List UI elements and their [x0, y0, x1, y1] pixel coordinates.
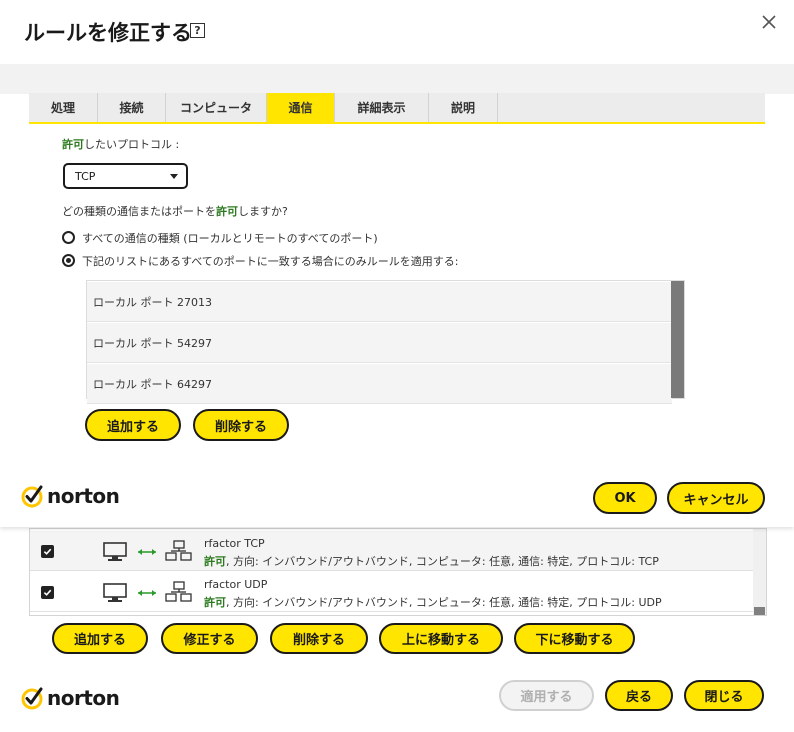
rules-list: rfactor TCP 許可, 方向: インバウンド/アウトバウンド, コンピュ…	[29, 528, 767, 616]
rule-description: 許可, 方向: インバウンド/アウトバウンド, コンピュータ: 任意, 通信: …	[204, 596, 662, 609]
rule-name: rfactor TCP	[204, 537, 265, 550]
scrollbar-thumb[interactable]	[754, 607, 765, 615]
port-list-item[interactable]: ローカル ポート 54297	[87, 323, 672, 363]
port-list-item[interactable]: ローカル ポート 27013	[87, 282, 672, 322]
delete-port-button[interactable]: 削除する	[193, 409, 289, 441]
norton-logo: norton	[20, 686, 120, 710]
radio-all-traffic[interactable]	[62, 231, 75, 244]
port-list: ローカル ポート 27013 ローカル ポート 54297 ローカル ポート 6…	[86, 280, 685, 404]
computer-icon	[103, 542, 127, 561]
tab-bar: 処理 接続 コンピュータ 通信 詳細表示 説明	[29, 93, 765, 124]
move-down-button[interactable]: 下に移動する	[514, 623, 635, 654]
connection-icons	[103, 540, 192, 561]
radio-port-list[interactable]	[62, 254, 75, 267]
close-button[interactable]: 閉じる	[684, 680, 764, 711]
tab-computer[interactable]: コンピュータ	[166, 93, 267, 122]
help-icon[interactable]: ?	[190, 23, 205, 38]
rules-scrollbar[interactable]	[753, 529, 766, 615]
tab-advanced[interactable]: 詳細表示	[335, 93, 429, 122]
norton-logo: norton	[20, 484, 120, 508]
protocol-value: TCP	[75, 169, 96, 183]
protocol-label: 許可したいプロトコル :	[62, 138, 180, 151]
add-rule-button[interactable]: 追加する	[52, 623, 148, 654]
dialog-header: ルールを修正する ?	[0, 0, 794, 64]
norton-checkmark-icon	[21, 485, 43, 508]
norton-logo-text: norton	[47, 686, 120, 710]
move-up-button[interactable]: 上に移動する	[379, 623, 503, 654]
tab-description[interactable]: 説明	[429, 93, 498, 122]
close-icon[interactable]	[760, 13, 778, 31]
dialog-body: 処理 接続 コンピュータ 通信 詳細表示 説明 許可したいプロトコル : TCP…	[0, 64, 794, 527]
checkmark-icon	[43, 548, 52, 555]
rule-row[interactable]: rfactor UDP 許可, 方向: インバウンド/アウトバウンド, コンピュ…	[30, 572, 754, 612]
port-list-item[interactable]: ローカル ポート 64297	[87, 364, 672, 404]
port-list-scrollbar[interactable]	[671, 281, 684, 398]
connection-icons	[103, 581, 192, 602]
rule-checkbox[interactable]	[41, 586, 54, 599]
apply-button[interactable]: 適用する	[499, 680, 594, 711]
modify-rule-dialog: ルールを修正する ? 処理 接続 コンピュータ 通信 詳細表示 説明 許可したい…	[0, 0, 794, 527]
add-port-button[interactable]: 追加する	[85, 409, 181, 441]
network-icon	[165, 581, 192, 602]
rule-name: rfactor UDP	[204, 578, 268, 591]
modify-rule-button[interactable]: 修正する	[161, 623, 258, 654]
dialog-title: ルールを修正する	[24, 21, 192, 45]
delete-rule-button[interactable]: 削除する	[270, 623, 368, 654]
network-icon	[165, 540, 192, 561]
bidirectional-arrow-icon	[138, 590, 156, 596]
ok-button[interactable]: OK	[593, 482, 657, 514]
protocol-dropdown[interactable]: TCP	[63, 163, 188, 189]
radio-all-traffic-label: すべての通信の種類 (ローカルとリモートのすべてのポート)	[82, 232, 378, 245]
computer-icon	[103, 583, 127, 602]
bidirectional-arrow-icon	[138, 549, 156, 555]
rule-description: 許可, 方向: インバウンド/アウトバウンド, コンピュータ: 任意, 通信: …	[204, 555, 659, 568]
tab-connection[interactable]: 接続	[98, 93, 166, 122]
rule-row[interactable]: rfactor TCP 許可, 方向: インバウンド/アウトバウンド, コンピュ…	[30, 531, 754, 571]
dropdown-caret-icon	[170, 174, 178, 179]
header-band	[0, 64, 794, 94]
tab-action[interactable]: 処理	[29, 93, 98, 122]
port-question: どの種類の通信またはポートを許可しますか?	[62, 205, 288, 218]
radio-port-list-label: 下記のリストにあるすべてのポートに一致する場合にのみルールを適用する:	[82, 255, 459, 268]
norton-checkmark-icon	[21, 687, 43, 710]
checkmark-icon	[43, 589, 52, 596]
tab-communication[interactable]: 通信	[267, 93, 335, 122]
norton-logo-text: norton	[47, 484, 120, 508]
back-button[interactable]: 戻る	[605, 680, 673, 711]
rule-checkbox[interactable]	[41, 545, 54, 558]
cancel-button[interactable]: キャンセル	[667, 482, 765, 514]
